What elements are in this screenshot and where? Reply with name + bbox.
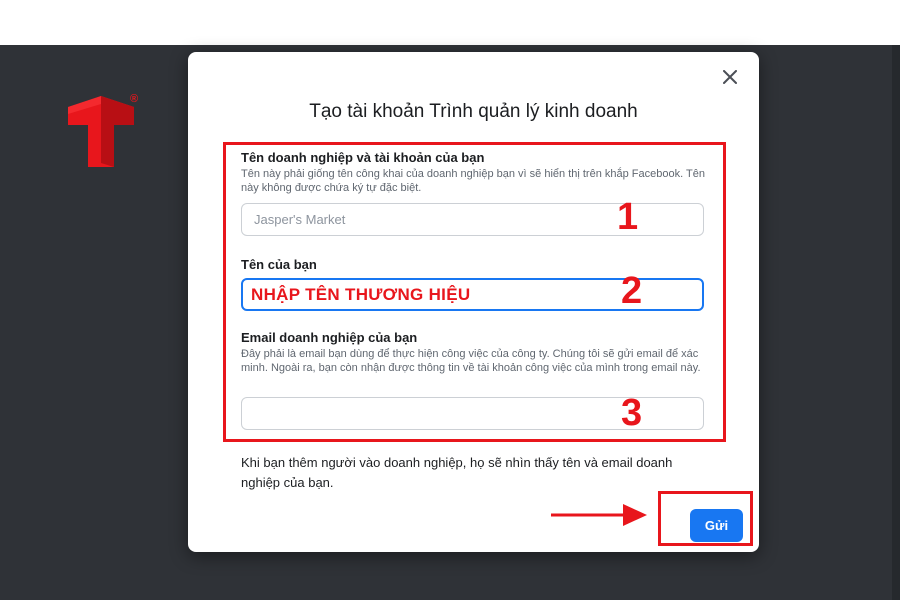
close-button[interactable] bbox=[719, 66, 741, 88]
close-icon bbox=[723, 70, 737, 84]
t-logo-icon bbox=[68, 96, 134, 167]
form-highlight-box bbox=[223, 142, 726, 442]
dialog-title: Tạo tài khoản Trình quản lý kinh doanh bbox=[309, 101, 638, 122]
step-number-3: 3 bbox=[621, 392, 643, 434]
brand-logo: ® bbox=[66, 93, 146, 170]
step-number-2: 2 bbox=[621, 270, 643, 312]
submit-highlight-box bbox=[658, 491, 753, 546]
screen-edge bbox=[892, 45, 900, 600]
arrow-right-icon bbox=[551, 504, 647, 526]
registered-mark: ® bbox=[130, 93, 139, 105]
footer-note: Khi bạn thêm người vào doanh nghiệp, họ … bbox=[241, 455, 673, 490]
step-number-1: 1 bbox=[617, 196, 639, 238]
